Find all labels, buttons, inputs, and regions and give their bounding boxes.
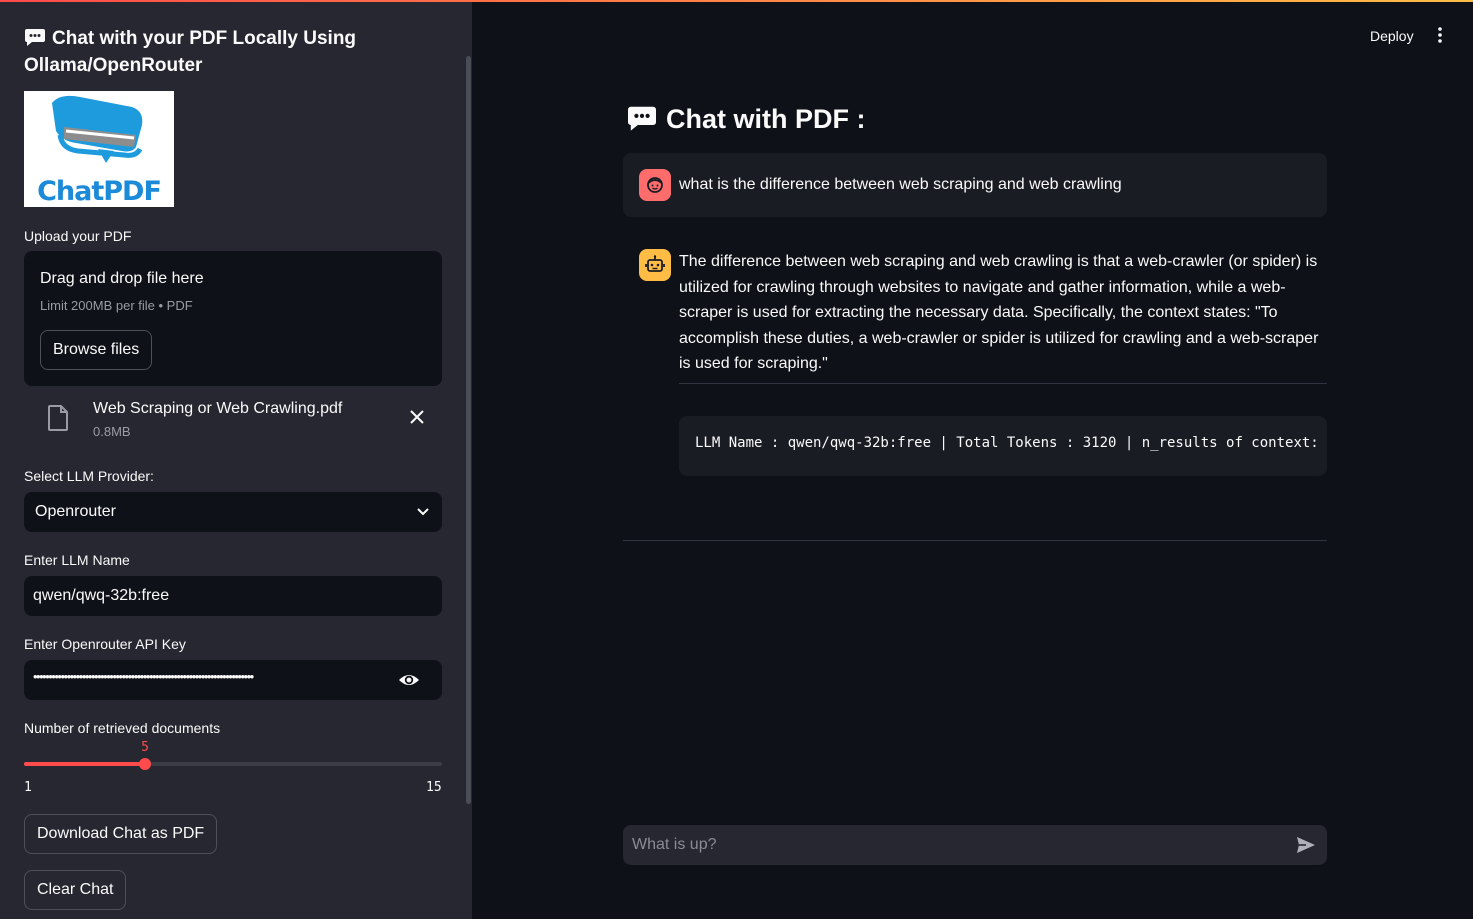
file-icon — [48, 405, 68, 436]
sidebar-scrollbar[interactable] — [466, 56, 471, 804]
deploy-button[interactable]: Deploy — [1360, 24, 1424, 48]
slider-max-label: 15 — [426, 780, 442, 795]
retrieved-docs-slider[interactable]: 5 — [24, 740, 442, 770]
clear-chat-button[interactable]: Clear Chat — [24, 870, 127, 910]
slider-thumb[interactable] — [139, 758, 151, 770]
slider-value: 5 — [141, 740, 149, 755]
llm-info-codeblock[interactable]: LLM Name : qwen/qwq-32b:free | Total Tok… — [679, 416, 1327, 476]
uploaded-file-size: 0.8MB — [93, 424, 131, 439]
user-avatar — [639, 169, 671, 201]
kebab-menu-icon[interactable] — [1430, 25, 1450, 45]
retrieved-docs-label: Number of retrieved documents — [24, 720, 221, 736]
top-decoration-line — [0, 0, 1473, 2]
chat-bubble-icon — [24, 27, 46, 54]
send-icon[interactable] — [1295, 835, 1317, 855]
upload-label: Upload your PDF — [24, 228, 132, 244]
slider-fill — [24, 762, 145, 766]
page-title-text: Chat with PDF : — [666, 104, 866, 134]
robot-icon — [645, 255, 665, 272]
user-message-text: what is the difference between web scrap… — [679, 176, 1122, 193]
user-face-icon — [647, 177, 663, 193]
dropzone-limit: Limit 200MB per file • PDF — [40, 298, 193, 313]
download-chat-button[interactable]: Download Chat as PDF — [24, 814, 218, 854]
llm-name-value: qwen/qwq-32b:free — [33, 587, 170, 604]
chat-bubble-icon — [626, 104, 658, 139]
page-title: Chat with PDF : — [626, 104, 865, 139]
provider-label: Select LLM Provider: — [24, 468, 154, 484]
user-message: what is the difference between web scrap… — [623, 153, 1327, 217]
uploaded-file-name: Web Scraping or Web Crawling.pdf — [93, 400, 343, 417]
browse-files-button[interactable]: Browse files — [40, 330, 153, 370]
close-icon[interactable] — [407, 407, 427, 427]
api-key-label: Enter Openrouter API Key — [24, 636, 186, 652]
llm-provider-select[interactable]: Openrouter — [24, 492, 442, 532]
sidebar: Chat with your PDF Locally Using Ollama/… — [0, 0, 472, 919]
assistant-avatar — [639, 249, 671, 281]
sidebar-title-text: Chat with your PDF Locally Using Ollama/… — [24, 28, 357, 76]
sidebar-title: Chat with your PDF Locally Using Ollama/… — [24, 27, 444, 78]
api-key-masked-value: ••••••••••••••••••••••••••••••••••••••••… — [33, 669, 254, 684]
dropzone-title: Drag and drop file here — [40, 270, 204, 287]
api-key-input[interactable]: ••••••••••••••••••••••••••••••••••••••••… — [24, 660, 442, 700]
llm-name-input[interactable]: qwen/qwq-32b:free — [24, 576, 442, 616]
provider-selected-value: Openrouter — [35, 503, 116, 520]
message-divider — [679, 383, 1327, 384]
logo-text: ChatPDF — [37, 176, 162, 207]
chatpdf-logo: ChatPDF — [24, 91, 174, 207]
llm-info-text: LLM Name : qwen/qwq-32b:free | Total Tok… — [695, 435, 1327, 451]
chat-input-container — [623, 825, 1327, 865]
slider-min-label: 1 — [24, 780, 32, 795]
eye-icon[interactable] — [398, 671, 420, 694]
uploaded-file-row: Web Scraping or Web Crawling.pdf 0.8MB — [24, 396, 442, 442]
book-chat-logo-icon — [52, 95, 143, 163]
llm-name-label: Enter LLM Name — [24, 552, 130, 568]
file-dropzone[interactable]: Drag and drop file here Limit 200MB per … — [24, 251, 442, 386]
chevron-down-icon — [416, 505, 430, 524]
chat-input[interactable] — [623, 825, 1273, 865]
assistant-message-text: The difference between web scraping and … — [679, 253, 1319, 373]
chat-divider — [623, 540, 1327, 541]
